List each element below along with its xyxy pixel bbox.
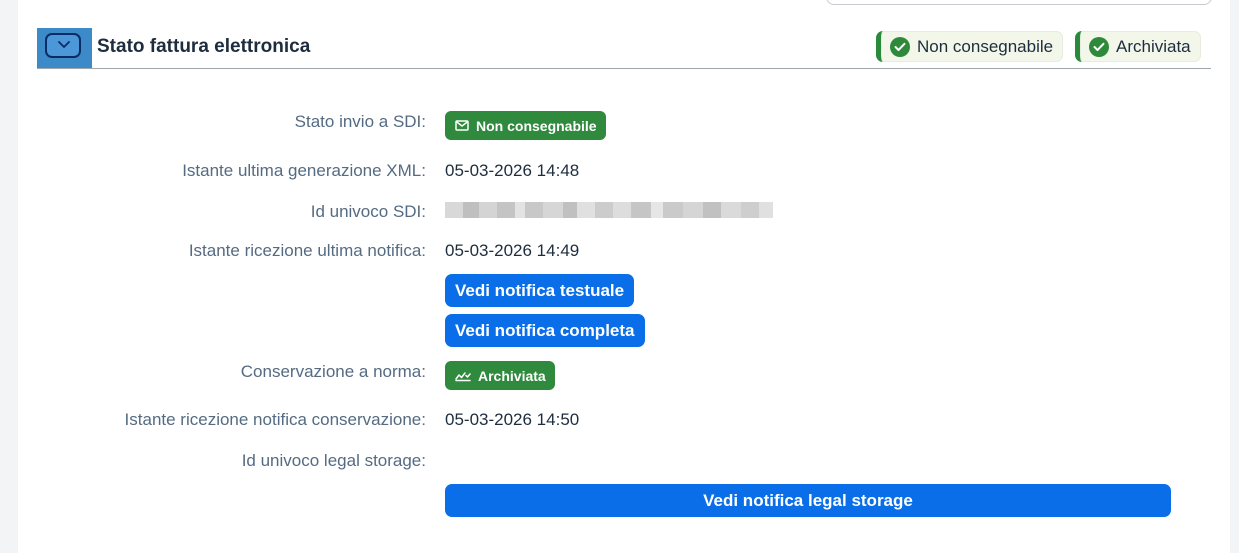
badge-label: Archiviata xyxy=(478,367,546,384)
label-id-legal-storage: Id univoco legal storage: xyxy=(241,451,426,470)
label-id-sdi: Id univoco SDI: xyxy=(310,202,426,221)
section-title: Stato fattura elettronica xyxy=(97,36,311,57)
check-circle-icon xyxy=(1089,36,1109,57)
label-conservazione: Conservazione a norma: xyxy=(240,362,426,381)
label-istante-notifica: Istante ricezione ultima notifica: xyxy=(188,241,426,260)
chip-label: Non consegnabile xyxy=(917,36,1054,56)
vedi-notifica-completa-button[interactable]: Vedi notifica completa xyxy=(445,314,645,347)
label-istante-conservazione: Istante ricezione notifica conservazione… xyxy=(124,410,426,429)
value-istante-conservazione: 05-03-2026 14:50 xyxy=(445,410,580,429)
badge-label: Non consegnabile xyxy=(476,117,597,134)
chip-archiviata: Archiviata xyxy=(1075,31,1201,62)
search-field[interactable] xyxy=(826,0,1212,5)
archive-check-icon xyxy=(455,371,471,381)
label-stato-invio: Stato invio a SDI: xyxy=(294,112,426,131)
badge-stato-invio: Non consegnabile xyxy=(445,111,606,140)
badge-conservazione: Archiviata xyxy=(445,361,555,390)
check-circle-icon xyxy=(890,36,910,57)
chevron-down-icon xyxy=(58,41,70,48)
vedi-notifica-testuale-button[interactable]: Vedi notifica testuale xyxy=(445,274,635,307)
section-header: Stato fattura elettronica Non consegnabi… xyxy=(37,28,1211,69)
value-istante-notifica: 05-03-2026 14:49 xyxy=(445,241,580,260)
envelope-icon xyxy=(455,120,469,131)
value-istante-xml: 05-03-2026 14:48 xyxy=(445,161,580,180)
vedi-notifica-legal-storage-button[interactable]: Vedi notifica legal storage xyxy=(445,484,1171,517)
invoice-status-panel: Stato fattura elettronica Non consegnabi… xyxy=(18,0,1230,553)
redacted-id-sdi xyxy=(445,202,773,218)
chip-non-consegnabile: Non consegnabile xyxy=(876,31,1064,62)
collapse-toggle-button[interactable] xyxy=(45,33,81,58)
chip-label: Archiviata xyxy=(1116,36,1191,56)
label-istante-xml: Istante ultima generazione XML: xyxy=(182,161,426,180)
collapse-toggle-area xyxy=(37,28,92,68)
